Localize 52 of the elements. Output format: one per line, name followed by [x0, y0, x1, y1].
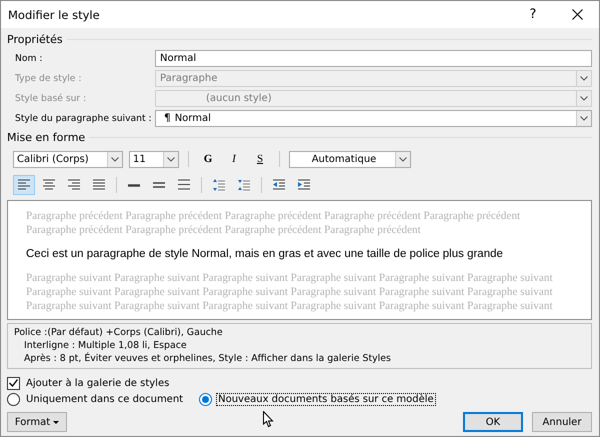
description-line: Après : 8 pt, Éviter veuves et orphelines, Style : Afficher dans la galerie Styles — [23, 352, 392, 365]
align-center-icon — [42, 178, 56, 192]
chevron-down-icon — [167, 156, 175, 162]
space-less-icon — [237, 178, 251, 192]
checkbox[interactable] — [7, 376, 20, 390]
field-label: Style basé sur : — [15, 92, 88, 104]
spacing-half-icon — [152, 182, 166, 188]
font-dropdown[interactable]: Calibri (Corps) — [13, 150, 123, 168]
window-title: Modifier le style — [8, 8, 101, 22]
align-left-icon — [17, 178, 31, 192]
italic-button[interactable]: I — [224, 150, 244, 168]
chevron-down-icon — [580, 116, 588, 120]
sample-paragraph-text: Ceci est un paragraphe de style Normal, mais en gras et avec une taille de police plus grande — [26, 247, 504, 261]
justify-icon — [92, 178, 106, 192]
format-button[interactable]: Format — [7, 412, 67, 432]
align-left-button[interactable] — [13, 175, 35, 195]
chevron-down-icon — [580, 96, 588, 100]
cancel-button[interactable]: Annuler — [532, 412, 592, 432]
gallery-checkbox[interactable]: Ajouter à la galerie de styles — [7, 375, 592, 391]
indent-less-icon — [272, 178, 286, 192]
help-button[interactable]: ? — [511, 1, 555, 28]
mouse-pointer-icon — [263, 411, 274, 428]
ok-button[interactable]: OK — [463, 412, 523, 432]
spacing-double-icon — [177, 178, 191, 192]
spacing-single-icon — [127, 184, 141, 186]
style-dropdown[interactable]: ¶ Normal — [155, 110, 592, 126]
font-size-dropdown[interactable]: 11 — [129, 150, 179, 168]
radio-button[interactable] — [7, 393, 20, 406]
color-dropdown[interactable]: Automatique — [289, 150, 411, 168]
align-right-icon — [67, 178, 81, 192]
following-paragraph-text: Paragraphe suivant Paragraphe suivant Paragraphe suivant Paragraphe suivant Paragraphe suivant Paragraphe suivant Paragraphe suivant Paragraphe suivant Paragraphe suivant Paragraphe suivant Paragraphe suivant Paragraphe suivant Paragraphe suivant Paragraphe suivant Paragraphe suivant Paragraphe suivant Paragraphe suivant Paragraphe suivant — [26, 271, 554, 313]
bold-button[interactable]: G — [198, 150, 218, 168]
chevron-down-icon — [111, 156, 119, 162]
scope-radio[interactable]: Uniquement dans ce document — [7, 392, 186, 408]
space-more-icon — [212, 178, 226, 192]
field-label: Style du paragraphe suivant : — [15, 112, 153, 124]
name-input[interactable]: Normal — [155, 50, 592, 66]
section-heading: Mise en forme — [7, 130, 86, 144]
close-icon — [572, 9, 582, 20]
field-label: Type de style : — [15, 72, 82, 84]
indent-more-icon — [297, 178, 311, 192]
radio-button[interactable] — [199, 393, 212, 406]
description-line: Police :(Par défaut) +Corps (Calibri), Gauche — [14, 326, 224, 339]
caret-icon — [53, 420, 60, 424]
checkmark-icon — [9, 379, 18, 387]
preceding-paragraph-text: Paragraphe précédent Paragraphe précédent Paragraphe précédent Paragraphe précédent Paragraphe précédent Paragraphe précédent Paragraphe précédent Paragraphe précédent Paragraphe précédent — [26, 209, 522, 237]
section-heading: Propriétés — [7, 32, 63, 46]
description-line: Interligne : Multiple 1,08 li, Espace — [23, 339, 188, 352]
underline-button[interactable]: S — [250, 150, 270, 168]
field-label: Nom : — [15, 52, 44, 64]
chevron-down-icon — [399, 156, 407, 162]
chevron-down-icon — [580, 76, 588, 80]
